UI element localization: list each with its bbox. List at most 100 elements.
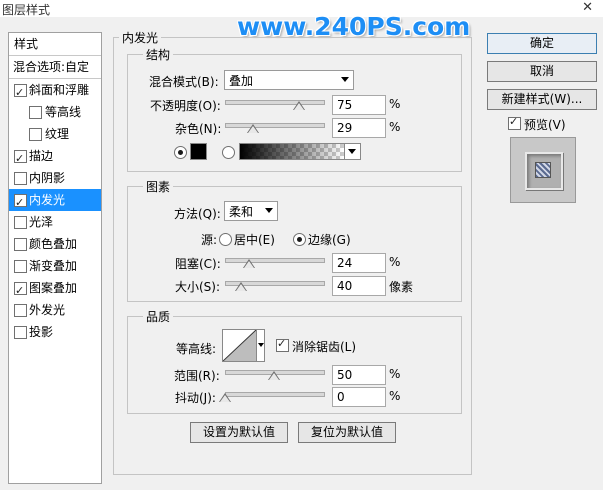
set-default-button[interactable]: 设置为默认值 xyxy=(190,422,288,443)
jitter-input[interactable]: 0 xyxy=(332,387,386,407)
jitter-slider[interactable] xyxy=(225,392,325,397)
gradient-swatch[interactable] xyxy=(239,143,345,160)
choke-slider[interactable] xyxy=(225,258,325,263)
structure-title: 结构 xyxy=(143,46,174,63)
chevron-down-icon xyxy=(258,343,264,347)
chevron-down-icon xyxy=(265,208,273,213)
opacity-unit: % xyxy=(389,97,401,111)
noise-input[interactable]: 29 xyxy=(332,118,386,138)
ok-button[interactable]: 确定 xyxy=(487,33,597,54)
blend-mode-label: 混合模式(B): xyxy=(149,75,219,89)
style-item-checkbox[interactable] xyxy=(14,148,27,170)
gradient-dropdown[interactable] xyxy=(344,143,361,160)
noise-slider-thumb[interactable] xyxy=(247,124,260,133)
style-item[interactable]: 内阴影 xyxy=(9,167,101,189)
new-style-button[interactable]: 新建样式(W)... xyxy=(487,89,597,110)
contour-preview[interactable] xyxy=(222,329,257,362)
style-item[interactable]: 外发光 xyxy=(9,299,101,321)
style-item-label: 斜面和浮雕 xyxy=(29,83,90,97)
blend-options-item[interactable]: 混合选项:自定 xyxy=(9,56,101,78)
size-input[interactable]: 40 xyxy=(332,276,386,296)
range-input[interactable]: 50 xyxy=(332,365,386,385)
source-center-label: 居中(E) xyxy=(234,233,275,247)
jitter-slider-thumb[interactable] xyxy=(219,393,231,402)
style-item-checkbox[interactable] xyxy=(14,260,27,273)
jitter-unit: % xyxy=(389,389,401,403)
antialias-label: 消除锯齿(L) xyxy=(292,340,357,354)
style-item-checkbox[interactable] xyxy=(29,106,42,119)
source-edge-label: 边缘(G) xyxy=(308,233,351,247)
style-item-label: 图案叠加 xyxy=(29,281,78,295)
quality-title: 品质 xyxy=(143,308,174,325)
antialias-checkbox[interactable] xyxy=(276,337,289,352)
opacity-input[interactable]: 75 xyxy=(332,95,386,115)
blend-mode-select[interactable]: 叠加 xyxy=(224,70,354,90)
choke-slider-thumb[interactable] xyxy=(242,259,255,268)
method-value: 柔和 xyxy=(229,205,254,219)
style-item-checkbox[interactable] xyxy=(14,216,27,229)
size-unit: 像素 xyxy=(389,280,414,294)
style-item-label: 内发光 xyxy=(29,193,66,207)
style-item[interactable]: 描边 xyxy=(9,145,101,170)
blend-mode-value: 叠加 xyxy=(229,74,254,88)
style-item[interactable]: 投影 xyxy=(9,321,101,343)
gradient-radio[interactable] xyxy=(222,146,235,159)
style-item[interactable]: 纹理 xyxy=(9,123,101,145)
choke-label: 阻塞(C): xyxy=(175,257,221,271)
style-item-checkbox[interactable] xyxy=(14,326,27,339)
style-item-label: 渐变叠加 xyxy=(29,259,78,273)
style-item-checkbox[interactable] xyxy=(14,304,27,317)
chevron-down-icon xyxy=(341,77,349,82)
glow-color-swatch[interactable] xyxy=(190,143,207,160)
style-item-label: 纹理 xyxy=(45,127,70,141)
style-preview xyxy=(510,137,576,203)
close-icon[interactable]: ✕ xyxy=(582,0,593,15)
opacity-slider[interactable] xyxy=(225,100,325,105)
style-item-label: 光泽 xyxy=(29,215,54,229)
method-select[interactable]: 柔和 xyxy=(224,201,278,221)
size-label: 大小(S): xyxy=(175,280,221,294)
style-item-label: 描边 xyxy=(29,149,54,163)
style-item-checkbox[interactable] xyxy=(14,192,27,214)
style-item[interactable]: 图案叠加 xyxy=(9,277,101,302)
noise-label: 杂色(N): xyxy=(175,122,222,136)
source-label: 源: xyxy=(201,233,218,247)
size-slider-thumb[interactable] xyxy=(234,282,247,291)
source-center-radio[interactable] xyxy=(219,233,232,246)
chevron-down-icon xyxy=(348,149,356,154)
noise-slider[interactable] xyxy=(225,123,325,128)
opacity-slider-thumb[interactable] xyxy=(292,101,305,110)
reset-default-button[interactable]: 复位为默认值 xyxy=(298,422,396,443)
style-item[interactable]: 内发光 xyxy=(9,189,101,214)
style-item-checkbox[interactable] xyxy=(14,172,27,185)
style-item[interactable]: 等高线 xyxy=(9,101,101,123)
style-item-label: 外发光 xyxy=(29,303,66,317)
choke-unit: % xyxy=(389,255,401,269)
style-item-checkbox[interactable] xyxy=(14,82,27,104)
source-edge-radio[interactable] xyxy=(293,233,306,246)
contour-curve-icon xyxy=(223,330,256,361)
method-label: 方法(Q): xyxy=(174,207,221,221)
style-item-label: 等高线 xyxy=(45,105,82,119)
range-label: 范围(R): xyxy=(174,369,220,383)
style-item[interactable]: 颜色叠加 xyxy=(9,233,101,255)
styles-header: 样式 xyxy=(9,33,101,55)
preview-label: 预览(V) xyxy=(524,118,566,132)
noise-unit: % xyxy=(389,120,401,134)
contour-dropdown[interactable] xyxy=(256,329,265,362)
style-item[interactable]: 渐变叠加 xyxy=(9,255,101,277)
preview-thumbnail-icon xyxy=(525,152,563,190)
style-item[interactable]: 光泽 xyxy=(9,211,101,233)
cancel-button[interactable]: 取消 xyxy=(487,61,597,82)
styles-list: 样式 混合选项:自定 斜面和浮雕等高线纹理描边内阴影内发光光泽颜色叠加渐变叠加图… xyxy=(8,32,102,484)
style-item-checkbox[interactable] xyxy=(29,128,42,141)
style-item-checkbox[interactable] xyxy=(14,238,27,251)
range-slider-thumb[interactable] xyxy=(268,371,280,380)
preview-checkbox[interactable] xyxy=(508,115,521,130)
style-item-checkbox[interactable] xyxy=(14,280,27,302)
style-item-label: 内阴影 xyxy=(29,171,66,185)
style-item[interactable]: 斜面和浮雕 xyxy=(9,79,101,104)
color-radio[interactable] xyxy=(174,146,187,159)
style-item-label: 颜色叠加 xyxy=(29,237,78,251)
choke-input[interactable]: 24 xyxy=(332,253,386,273)
